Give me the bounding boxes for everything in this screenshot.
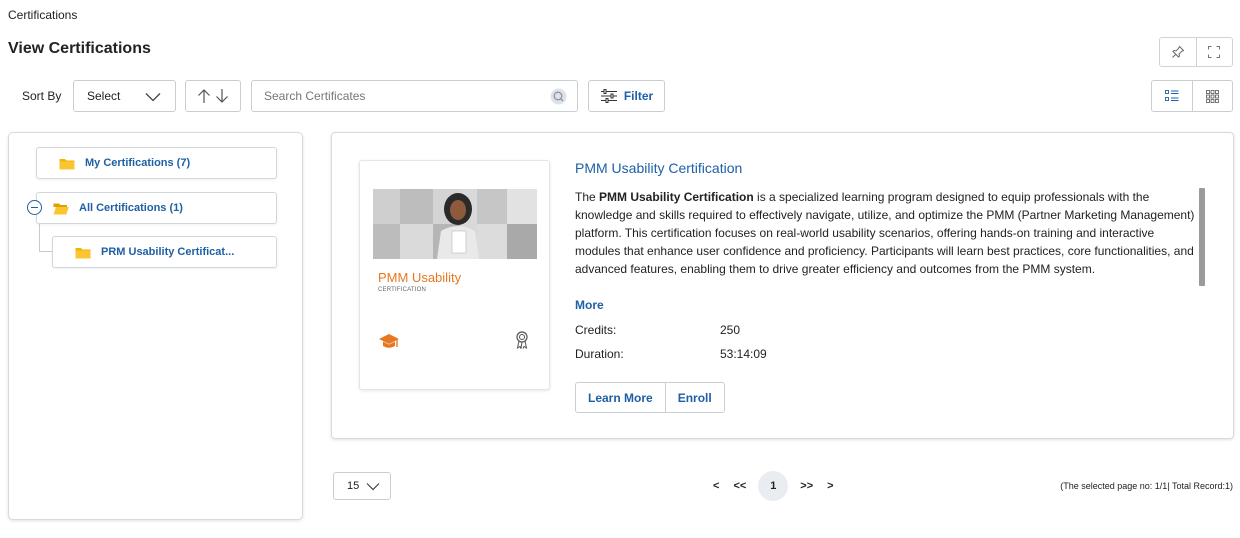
duration-label: Duration:: [575, 347, 624, 361]
sort-select-value: Select: [87, 89, 121, 103]
thumbnail-subtitle: CERTIFICATION: [378, 287, 427, 293]
enroll-button[interactable]: Enroll: [664, 383, 724, 412]
list-view-icon: [1164, 90, 1179, 101]
award-badge-icon: [515, 331, 529, 352]
pagination: < << 1 >> >: [706, 471, 841, 501]
chevron-down-icon: [366, 483, 380, 491]
thumbnail-title: PMM Usability: [378, 270, 462, 285]
certification-description: The PMM Usability Certification is a spe…: [575, 188, 1195, 287]
tree-node-my-certifications[interactable]: My Certifications (7): [36, 147, 277, 179]
certification-thumbnail[interactable]: PMM Usability CERTIFICATION: [359, 160, 550, 390]
sort-down-icon: [216, 89, 228, 103]
last-page-button[interactable]: >>: [793, 480, 820, 492]
list-view-button[interactable]: [1152, 81, 1192, 111]
more-link[interactable]: More: [575, 298, 604, 312]
credits-value: 250: [720, 323, 741, 337]
sort-up-icon: [198, 89, 210, 103]
folder-icon: [59, 158, 75, 169]
collapse-toggle[interactable]: [27, 200, 42, 215]
filter-button[interactable]: Filter: [588, 80, 665, 112]
tree-node-label: All Certifications (1): [79, 202, 183, 214]
view-toggle: [1151, 80, 1233, 112]
search-input[interactable]: [252, 81, 542, 111]
page-size-select[interactable]: 15: [333, 472, 391, 500]
sort-by-label: Sort By: [22, 89, 62, 103]
search-button[interactable]: [550, 88, 567, 108]
page-info: (The selected page no: 1/1| Total Record…: [1060, 481, 1233, 491]
card-actions: Learn More Enroll: [575, 382, 725, 413]
duration-value: 53:14:09: [720, 347, 767, 361]
category-tree-panel: My Certifications (7) All Certifications…: [8, 132, 303, 520]
grid-view-icon: [1205, 89, 1219, 103]
page-title: View Certifications: [8, 40, 151, 57]
search-icon: [550, 88, 567, 105]
sort-order-toggle[interactable]: [185, 80, 241, 112]
first-page-button[interactable]: <<: [726, 480, 753, 492]
credits-label: Credits:: [575, 323, 617, 337]
description-scrollbar[interactable]: [1199, 188, 1205, 286]
thumbnail-image: [373, 189, 537, 259]
sort-select[interactable]: Select: [73, 80, 176, 112]
tree-node-label: My Certifications (7): [85, 157, 191, 169]
breadcrumb: Certifications: [8, 8, 78, 22]
tree-node-prm-usability[interactable]: PRM Usability Certificat...: [52, 236, 277, 268]
desc-bold: PMM Usability Certification: [599, 190, 754, 204]
open-folder-icon: [53, 203, 69, 214]
learn-more-button[interactable]: Learn More: [576, 383, 665, 412]
grid-view-button[interactable]: [1191, 81, 1233, 111]
tree-connector: [39, 224, 40, 252]
pin-button[interactable]: [1160, 38, 1196, 66]
folder-icon: [75, 247, 91, 258]
top-actions: [1159, 37, 1233, 67]
minus-icon: [31, 206, 38, 209]
chevron-down-icon: [145, 93, 161, 102]
graduation-cap-icon: [378, 333, 400, 354]
tree-connector: [39, 251, 52, 252]
tree-node-label: PRM Usability Certificat...: [101, 246, 235, 258]
filter-sliders-icon: [600, 89, 617, 103]
certification-title[interactable]: PMM Usability Certification: [575, 160, 742, 176]
tree-node-all-certifications[interactable]: All Certifications (1): [36, 192, 277, 224]
prev-page-button[interactable]: <: [706, 480, 726, 492]
filter-label: Filter: [623, 89, 654, 103]
fullscreen-button[interactable]: [1195, 38, 1233, 66]
desc-pre: The: [575, 190, 600, 204]
search-box: [251, 80, 578, 112]
fullscreen-icon: [1208, 46, 1221, 58]
current-page-button[interactable]: 1: [758, 471, 789, 501]
certification-card: PMM Usability CERTIFICATION PMM Usabilit…: [331, 132, 1234, 439]
pin-icon: [1171, 45, 1185, 58]
page-size-value: 15: [347, 480, 360, 492]
next-page-button[interactable]: >: [820, 480, 840, 492]
